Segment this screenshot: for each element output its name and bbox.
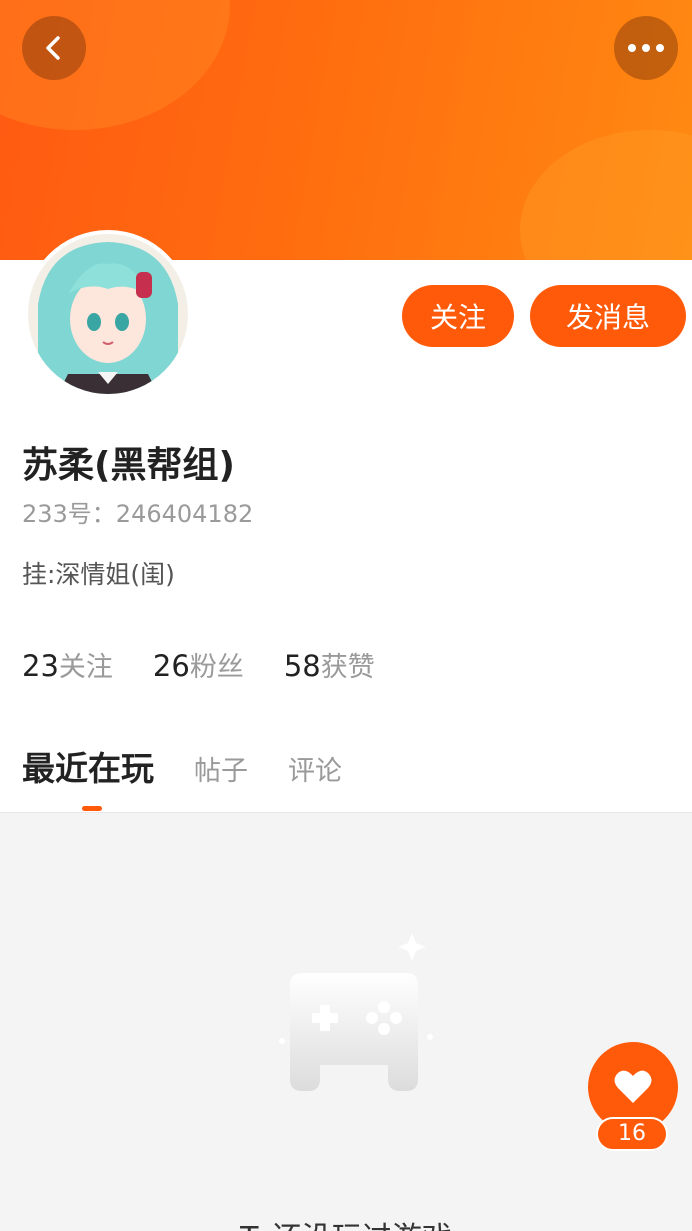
like-count: 16 xyxy=(596,1117,668,1151)
back-button[interactable] xyxy=(22,16,86,80)
avatar[interactable] xyxy=(24,230,192,398)
profile-id: 233号：246404182 xyxy=(22,500,254,528)
anime-avatar-image xyxy=(28,234,188,394)
stat-count: 58 xyxy=(283,649,321,683)
active-tab-indicator xyxy=(82,806,102,811)
tab-recently-played[interactable]: 最近在玩 xyxy=(22,742,154,790)
empty-state-text: Ta还没玩过游戏 xyxy=(0,1213,692,1231)
stat-label: 获赞 xyxy=(320,652,375,683)
stat-following[interactable]: 23关注 xyxy=(22,645,113,684)
stat-count: 23 xyxy=(22,649,59,683)
profile-name: 苏柔(黑帮组) xyxy=(22,445,235,486)
more-button[interactable] xyxy=(614,16,678,80)
profile-banner xyxy=(0,0,692,260)
stat-label: 关注 xyxy=(58,652,113,683)
profile-status: 挂:深情姐(闺) xyxy=(22,560,175,589)
stat-count: 26 xyxy=(152,649,190,683)
heart-icon xyxy=(614,1070,652,1103)
follow-button[interactable]: 关注 xyxy=(402,285,514,347)
stat-likes[interactable]: 58获赞 xyxy=(284,645,375,684)
stat-label: 粉丝 xyxy=(189,652,244,683)
tab-posts[interactable]: 帖子 xyxy=(194,749,248,788)
chevron-left-icon xyxy=(46,36,60,60)
send-message-button[interactable]: 发消息 xyxy=(530,285,686,347)
tab-content: Ta还没玩过游戏 xyxy=(0,812,692,1231)
profile-stats: 23关注 26粉丝 58获赞 xyxy=(22,645,375,684)
more-dots-icon xyxy=(628,44,664,52)
profile-tabs: 最近在玩 帖子 评论 xyxy=(22,742,342,790)
gamepad-icon xyxy=(279,933,433,1091)
banner-decoration xyxy=(520,130,692,260)
tab-comments[interactable]: 评论 xyxy=(288,749,342,788)
stat-followers[interactable]: 26粉丝 xyxy=(153,645,244,684)
